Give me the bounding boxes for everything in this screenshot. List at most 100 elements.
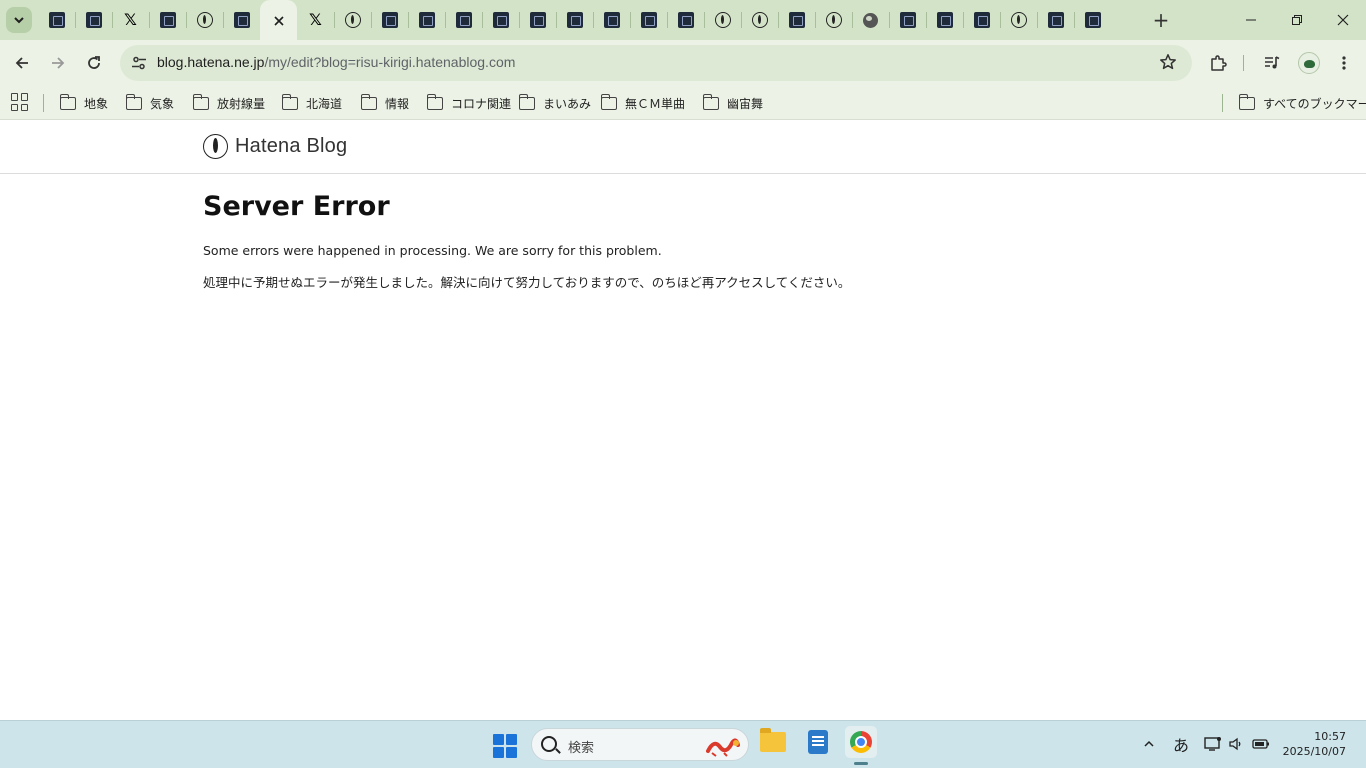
bookmark-folder[interactable]: 無ＣＭ単曲	[600, 92, 686, 114]
tab[interactable]	[445, 0, 482, 40]
file-explorer-app[interactable]	[757, 726, 789, 758]
bookmark-label: 北海道	[306, 96, 343, 111]
hatena-logo-favicon	[1010, 12, 1027, 28]
tab[interactable]: 𝕏	[112, 0, 149, 40]
toolbar-divider	[1243, 55, 1244, 71]
all-bookmarks-folder[interactable]: すべてのブックマーク	[1238, 92, 1366, 114]
notepad-app[interactable]	[802, 726, 834, 758]
tab[interactable]	[667, 0, 704, 40]
tab[interactable]	[186, 0, 223, 40]
logo-text: Hatena Blog	[235, 135, 348, 157]
tab[interactable]	[1000, 0, 1037, 40]
hatena-logo-favicon	[751, 12, 768, 28]
close-window-button[interactable]	[1320, 0, 1366, 40]
tab-active[interactable]	[260, 0, 297, 40]
bookmark-label: 気象	[150, 96, 175, 111]
forward-button[interactable]	[44, 49, 72, 77]
tune-icon	[132, 56, 146, 70]
bookmark-folder[interactable]: 情報	[360, 92, 409, 114]
new-tab-button[interactable]: +	[1150, 9, 1172, 31]
bookmark-folder[interactable]: コロナ関連	[426, 92, 511, 114]
bookmark-label: 地象	[84, 96, 109, 111]
hatena-dark-favicon	[159, 12, 176, 28]
tab[interactable]	[852, 0, 889, 40]
url-path: /my/edit?blog=risu-kirigi.hatenablog.com	[264, 54, 516, 70]
active-app-indicator	[854, 762, 868, 765]
url-host: blog.hatena.ne.jp	[157, 54, 265, 70]
bookmark-star-button[interactable]	[1158, 53, 1178, 73]
folder-icon	[518, 93, 535, 110]
close-icon	[1337, 14, 1349, 26]
bookmark-label: まいあみ	[543, 96, 592, 111]
tab[interactable]	[926, 0, 963, 40]
tab[interactable]	[963, 0, 1000, 40]
network-button[interactable]	[1202, 734, 1224, 754]
tab[interactable]	[482, 0, 519, 40]
tab[interactable]	[815, 0, 852, 40]
close-icon[interactable]	[273, 11, 284, 30]
star-icon	[1160, 54, 1176, 70]
hatena-blog-logo[interactable]: Hatena Blog	[203, 134, 347, 159]
bookmark-label: 無ＣＭ単曲	[625, 96, 686, 111]
volume-button[interactable]	[1226, 734, 1246, 754]
tab[interactable]	[38, 0, 75, 40]
bookmark-folder[interactable]: 北海道	[281, 92, 343, 114]
extensions-button[interactable]	[1204, 49, 1232, 77]
show-hidden-icons-button[interactable]	[1140, 734, 1158, 754]
battery-button[interactable]	[1250, 734, 1272, 754]
ime-indicator[interactable]: あ	[1170, 734, 1192, 755]
dragon-illustration-icon	[706, 738, 740, 757]
profile-button[interactable]	[1295, 49, 1323, 77]
tab-strip: 𝕏𝕏 +	[0, 0, 1366, 40]
menu-button[interactable]	[1330, 49, 1358, 77]
all-bookmarks-label: すべてのブックマーク	[1263, 96, 1366, 111]
tab[interactable]	[593, 0, 630, 40]
tab[interactable]	[223, 0, 260, 40]
hatena-logo-favicon	[196, 12, 213, 28]
back-button[interactable]	[8, 49, 36, 77]
tab[interactable]	[778, 0, 815, 40]
tab[interactable]	[889, 0, 926, 40]
tab-search-button[interactable]	[6, 7, 32, 33]
minimize-button[interactable]	[1228, 0, 1274, 40]
tab[interactable]	[149, 0, 186, 40]
apps-grid-icon[interactable]	[11, 93, 29, 111]
tab[interactable]	[334, 0, 371, 40]
start-button[interactable]	[493, 734, 517, 758]
tab-list: 𝕏𝕏	[38, 0, 1111, 40]
media-controls-button[interactable]	[1258, 49, 1286, 77]
site-info-button[interactable]	[128, 52, 150, 74]
restore-icon	[1292, 15, 1302, 25]
page-content: Hatena Blog Server Error Some errors wer…	[0, 121, 1366, 720]
tab[interactable]	[519, 0, 556, 40]
tab[interactable]	[630, 0, 667, 40]
tab[interactable]	[556, 0, 593, 40]
arrow-left-icon	[15, 57, 28, 69]
tab[interactable]	[1074, 0, 1111, 40]
tab[interactable]	[1037, 0, 1074, 40]
browser-toolbar: blog.hatena.ne.jp/my/edit?blog=risu-kiri…	[0, 40, 1366, 86]
reload-button[interactable]	[80, 49, 108, 77]
folder-icon	[360, 93, 377, 110]
clock-time: 10:57	[1314, 730, 1346, 743]
tab[interactable]	[75, 0, 112, 40]
bookmark-folder[interactable]: 放射線量	[192, 92, 265, 114]
tab[interactable]	[408, 0, 445, 40]
tab[interactable]: 𝕏	[297, 0, 334, 40]
system-clock[interactable]: 10:57 2025/10/07	[1283, 729, 1346, 759]
bookmark-folder[interactable]: 幽宙舞	[702, 92, 763, 114]
restore-button[interactable]	[1274, 0, 1320, 40]
more-vertical-icon	[1342, 56, 1346, 70]
chrome-app[interactable]	[845, 726, 877, 758]
error-message-en: Some errors were happened in processing.…	[203, 243, 662, 258]
tab[interactable]	[371, 0, 408, 40]
bookmark-folder[interactable]: まいあみ	[518, 92, 592, 114]
site-header: Hatena Blog	[0, 121, 1366, 174]
battery-icon	[1252, 739, 1269, 749]
tab[interactable]	[741, 0, 778, 40]
address-bar[interactable]: blog.hatena.ne.jp/my/edit?blog=risu-kiri…	[120, 45, 1192, 81]
bookmarks-bar: 地象 気象 放射線量 北海道 情報 コロナ関連 まいあみ 無ＣＭ単曲 幽宙舞 すべてのブックマー…	[0, 86, 1366, 120]
bookmark-folder[interactable]: 地象	[59, 92, 109, 114]
tab[interactable]	[704, 0, 741, 40]
bookmark-folder[interactable]: 気象	[125, 92, 175, 114]
